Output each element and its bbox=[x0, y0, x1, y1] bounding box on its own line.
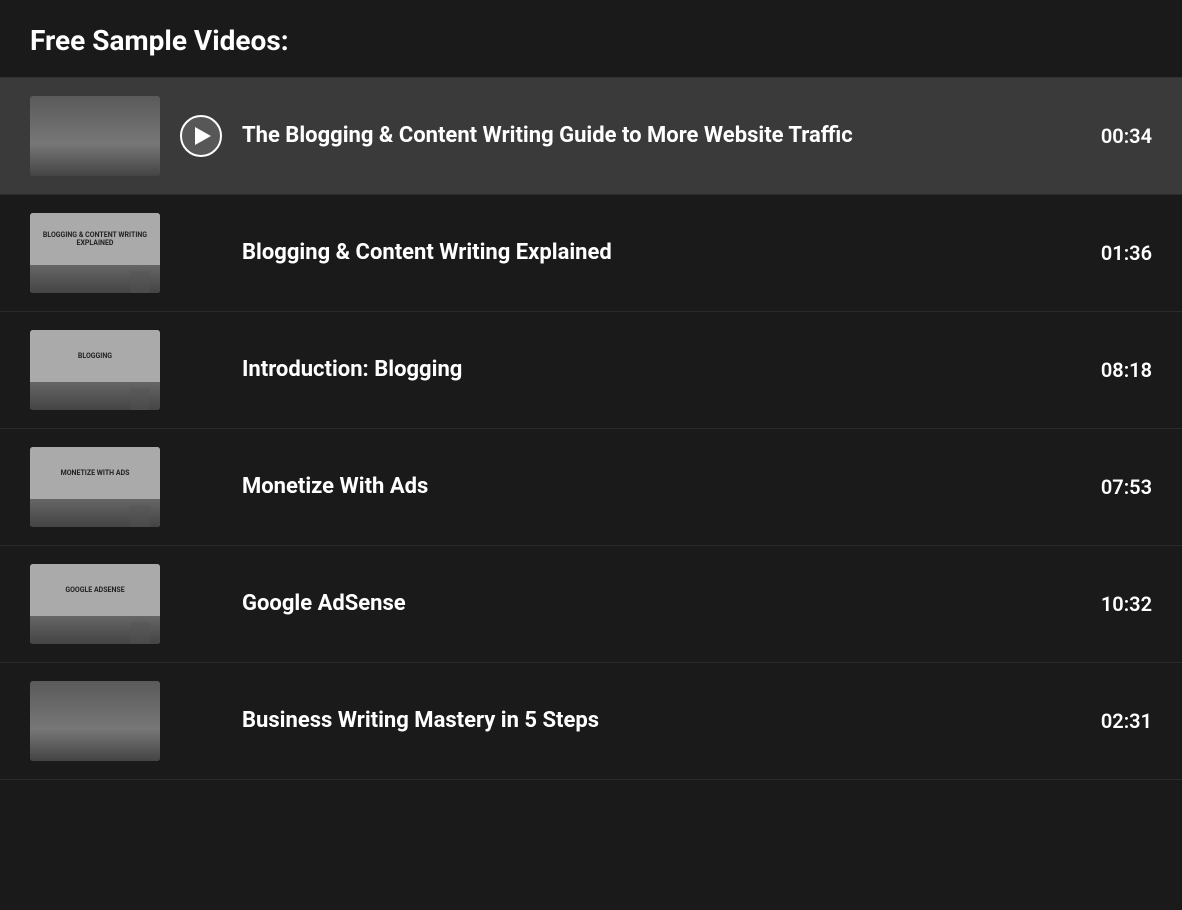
play-icon bbox=[195, 127, 211, 145]
video-item[interactable]: BLOGGING Introduction: Blogging 08:18 bbox=[0, 312, 1182, 429]
video-item[interactable]: GOOGLE ADSENSE Google AdSense 10:32 bbox=[0, 546, 1182, 663]
video-item[interactable]: BLOGGING & CONTENT WRITING EXPLAINED Blog… bbox=[0, 195, 1182, 312]
video-thumbnail-3: BLOGGING bbox=[30, 330, 160, 410]
video-thumbnail-1 bbox=[30, 96, 160, 176]
video-thumbnail-4: MONETIZE WITH ADS bbox=[30, 447, 160, 527]
video-thumbnail-2: BLOGGING & CONTENT WRITING EXPLAINED bbox=[30, 213, 160, 293]
video-thumbnail-5: GOOGLE ADSENSE bbox=[30, 564, 160, 644]
video-thumbnail-6 bbox=[30, 681, 160, 761]
video-item[interactable]: Business Writing Mastery in 5 Steps 02:31 bbox=[0, 663, 1182, 780]
page-title: Free Sample Videos: bbox=[30, 24, 1152, 57]
video-duration: 08:18 bbox=[1092, 358, 1152, 382]
video-duration: 01:36 bbox=[1092, 241, 1152, 265]
video-title: Blogging & Content Writing Explained bbox=[242, 239, 1072, 268]
video-list: The Blogging & Content Writing Guide to … bbox=[0, 78, 1182, 780]
page-header: Free Sample Videos: bbox=[0, 0, 1182, 78]
video-duration: 02:31 bbox=[1092, 709, 1152, 733]
video-title: Business Writing Mastery in 5 Steps bbox=[242, 707, 1072, 736]
video-title: Introduction: Blogging bbox=[242, 356, 1072, 385]
video-duration: 10:32 bbox=[1092, 592, 1152, 616]
video-title: The Blogging & Content Writing Guide to … bbox=[242, 122, 1072, 151]
play-button[interactable] bbox=[180, 115, 222, 157]
video-duration: 07:53 bbox=[1092, 475, 1152, 499]
video-title: Monetize With Ads bbox=[242, 473, 1072, 502]
video-item[interactable]: The Blogging & Content Writing Guide to … bbox=[0, 78, 1182, 195]
video-item[interactable]: MONETIZE WITH ADS Monetize With Ads 07:53 bbox=[0, 429, 1182, 546]
video-title: Google AdSense bbox=[242, 590, 1072, 619]
page-container: Free Sample Videos: The Blogging & Conte… bbox=[0, 0, 1182, 780]
video-duration: 00:34 bbox=[1092, 124, 1152, 148]
